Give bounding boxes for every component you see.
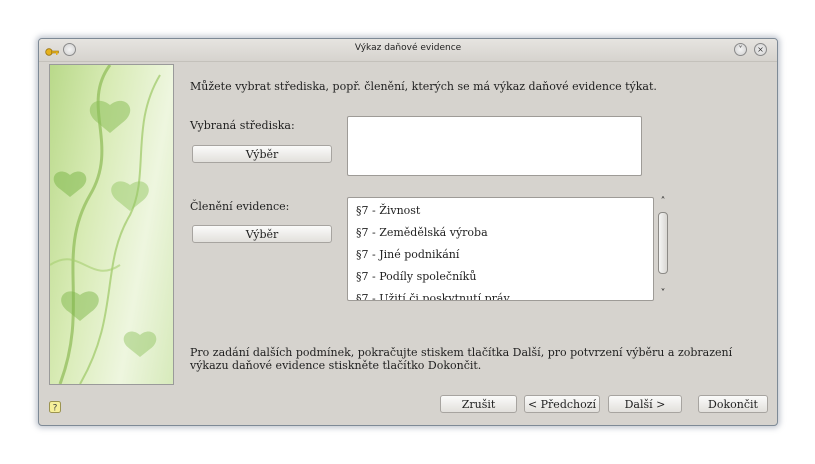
cleneni-select-button[interactable]: Výběr [192,225,332,243]
title-bar: Výkaz daňové evidence ˅ × [39,39,777,62]
strediska-label: Vybraná střediska: [190,119,295,132]
next-button[interactable]: Další > [608,395,682,413]
list-item[interactable]: §7 - Podíly společníků [356,270,476,284]
scroll-down-arrow[interactable]: ˅ [657,288,669,299]
scroll-up-arrow[interactable]: ˄ [657,196,669,207]
dialog-window: Výkaz daňové evidence ˅ × Můžete vybrat … [38,38,778,426]
window-title: Výkaz daňové evidence [354,43,462,53]
cleneni-list[interactable]: §7 - Živnost §7 - Zemědělská výroba §7 -… [347,197,654,301]
svg-text:?: ? [53,404,58,414]
scrollbar-thumb[interactable] [658,212,668,274]
finish-button[interactable]: Dokončit [698,395,768,413]
list-item[interactable]: §7 - Užití či poskytnutí práv [356,292,510,300]
cleneni-label: Členění evidence: [190,200,290,213]
close-button[interactable]: × [754,43,767,56]
intro-text: Můžete vybrat střediska, popř. členění, … [190,80,657,93]
list-item[interactable]: §7 - Zemědělská výroba [356,226,488,240]
list-item[interactable]: §7 - Jiné podnikání [356,248,459,262]
strediska-select-button[interactable]: Výběr [192,145,332,163]
help-icon[interactable]: ? [49,398,61,417]
minimize-button[interactable]: ˅ [734,43,747,56]
strediska-list[interactable] [347,116,642,176]
wizard-side-image [49,64,174,385]
info-text: Pro zadání dalších podmínek, pokračujte … [190,346,733,372]
cancel-button[interactable]: Zrušit [440,395,517,413]
previous-button[interactable]: < Předchozí [524,395,600,413]
list-item[interactable]: §7 - Živnost [356,204,420,218]
